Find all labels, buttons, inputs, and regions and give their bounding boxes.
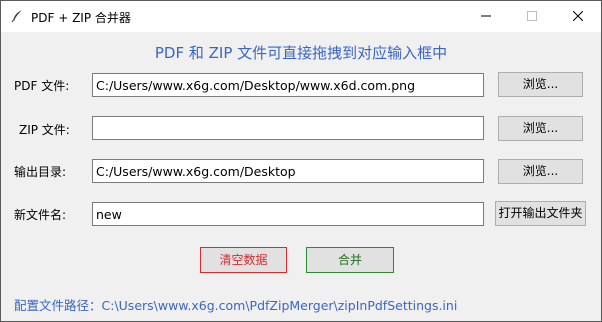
zip-file-label: ZIP 文件: (19, 123, 70, 137)
new-filename-label: 新文件名: (14, 208, 67, 222)
window-title: PDF + ZIP 合并器 (31, 11, 131, 25)
minimize-icon (481, 10, 491, 24)
zip-browse-button[interactable]: 浏览... (498, 116, 583, 141)
drag-hint-heading: PDF 和 ZIP 文件可直接拖拽到对应输入框中 (154, 44, 448, 62)
merge-button[interactable]: 合并 (306, 247, 394, 273)
pdf-file-input[interactable] (92, 73, 484, 97)
title-bar[interactable]: PDF + ZIP 合并器 (1, 1, 601, 32)
pdf-file-label: PDF 文件: (14, 79, 70, 93)
maximize-icon (527, 10, 537, 24)
output-dir-input[interactable] (92, 159, 484, 183)
open-output-folder-button[interactable]: 打开输出文件夹 (495, 201, 586, 226)
zip-file-input[interactable] (92, 116, 484, 140)
minimize-button[interactable] (463, 1, 509, 32)
new-filename-input[interactable] (92, 202, 484, 226)
pdf-browse-button[interactable]: 浏览... (498, 72, 583, 97)
close-button[interactable] (555, 1, 601, 32)
output-browse-button[interactable]: 浏览... (498, 159, 583, 184)
app-window: PDF + ZIP 合并器 PDF 和 ZIP 文件可直接拖拽到对应输入框中 P… (0, 0, 602, 322)
output-dir-label: 输出目录: (14, 165, 67, 179)
config-path-text: 配置文件路径：C:\Users\www.x6g.com\PdfZipMerger… (14, 298, 458, 313)
maximize-button[interactable] (509, 1, 555, 32)
feather-icon (10, 9, 24, 23)
close-icon (572, 10, 584, 24)
clear-data-button[interactable]: 清空数据 (200, 247, 287, 273)
